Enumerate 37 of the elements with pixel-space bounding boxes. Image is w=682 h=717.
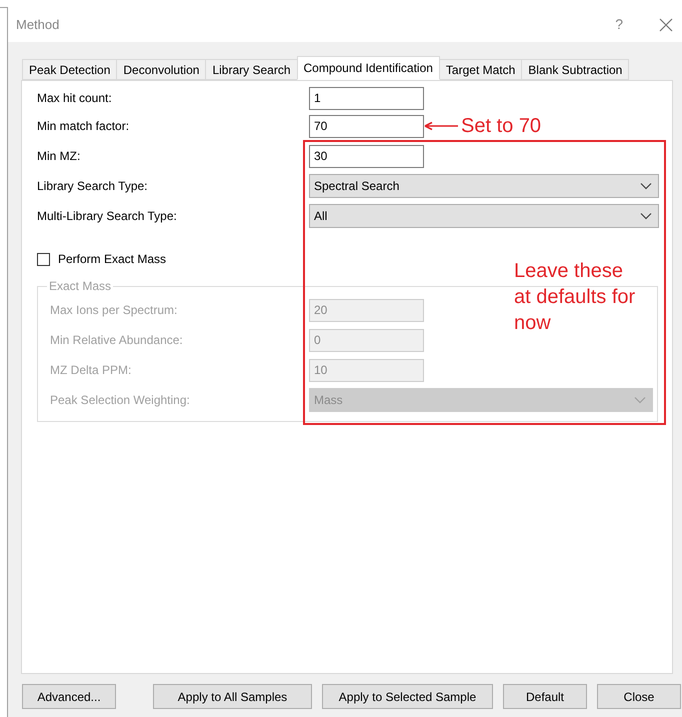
tab[interactable]: Peak Detection [22, 59, 118, 80]
annotation-arrow [423, 121, 459, 131]
field-label: Min Relative Abundance: [50, 332, 184, 349]
chevron-icon [640, 212, 652, 220]
text-field[interactable]: 70 [309, 114, 424, 138]
close-icon[interactable] [659, 18, 673, 32]
field-label: Max Ions per Spectrum: [50, 302, 178, 319]
chevron-icon [640, 182, 652, 190]
tab[interactable]: Target Match [438, 59, 522, 80]
chevron-icon [634, 396, 646, 404]
field-label: MZ Delta PPM: [50, 362, 132, 379]
annotation-text: Set to 70 [461, 114, 542, 138]
help-button[interactable]: ? [615, 14, 623, 35]
dialog-button[interactable]: Apply to All Samples [153, 684, 312, 709]
tab[interactable]: Compound Identification [296, 56, 440, 80]
tab[interactable]: Blank Subtraction [521, 59, 630, 80]
text-field[interactable]: 1 [309, 86, 424, 110]
checkbox-label: Perform Exact Mass [58, 251, 166, 268]
annotation-text: Leave these at defaults for now [514, 259, 636, 336]
dialog-button[interactable]: Close [597, 684, 681, 709]
field-label: Library Search Type: [37, 178, 149, 195]
window-title: Method [16, 16, 60, 34]
dialog-button[interactable]: Advanced... [22, 684, 116, 709]
field-label: Min match factor: [37, 118, 130, 135]
dialog-button[interactable]: Default [503, 684, 587, 709]
text-field[interactable]: 30 [309, 144, 424, 168]
tab[interactable]: Deconvolution [116, 59, 206, 80]
field-label: Peak Selection Weighting: [50, 392, 191, 409]
dropdown[interactable]: All [309, 204, 659, 228]
dialog-button[interactable]: Apply to Selected Sample [322, 684, 493, 709]
dropdown[interactable]: Spectral Search [309, 174, 659, 198]
tab[interactable]: Library Search [205, 59, 298, 80]
field-label: Max hit count: [37, 90, 113, 107]
field-label: Min MZ: [37, 148, 82, 165]
group-title: Exact Mass [48, 278, 112, 295]
field-label: Multi-Library Search Type: [37, 208, 178, 225]
checkbox[interactable] [37, 252, 50, 266]
